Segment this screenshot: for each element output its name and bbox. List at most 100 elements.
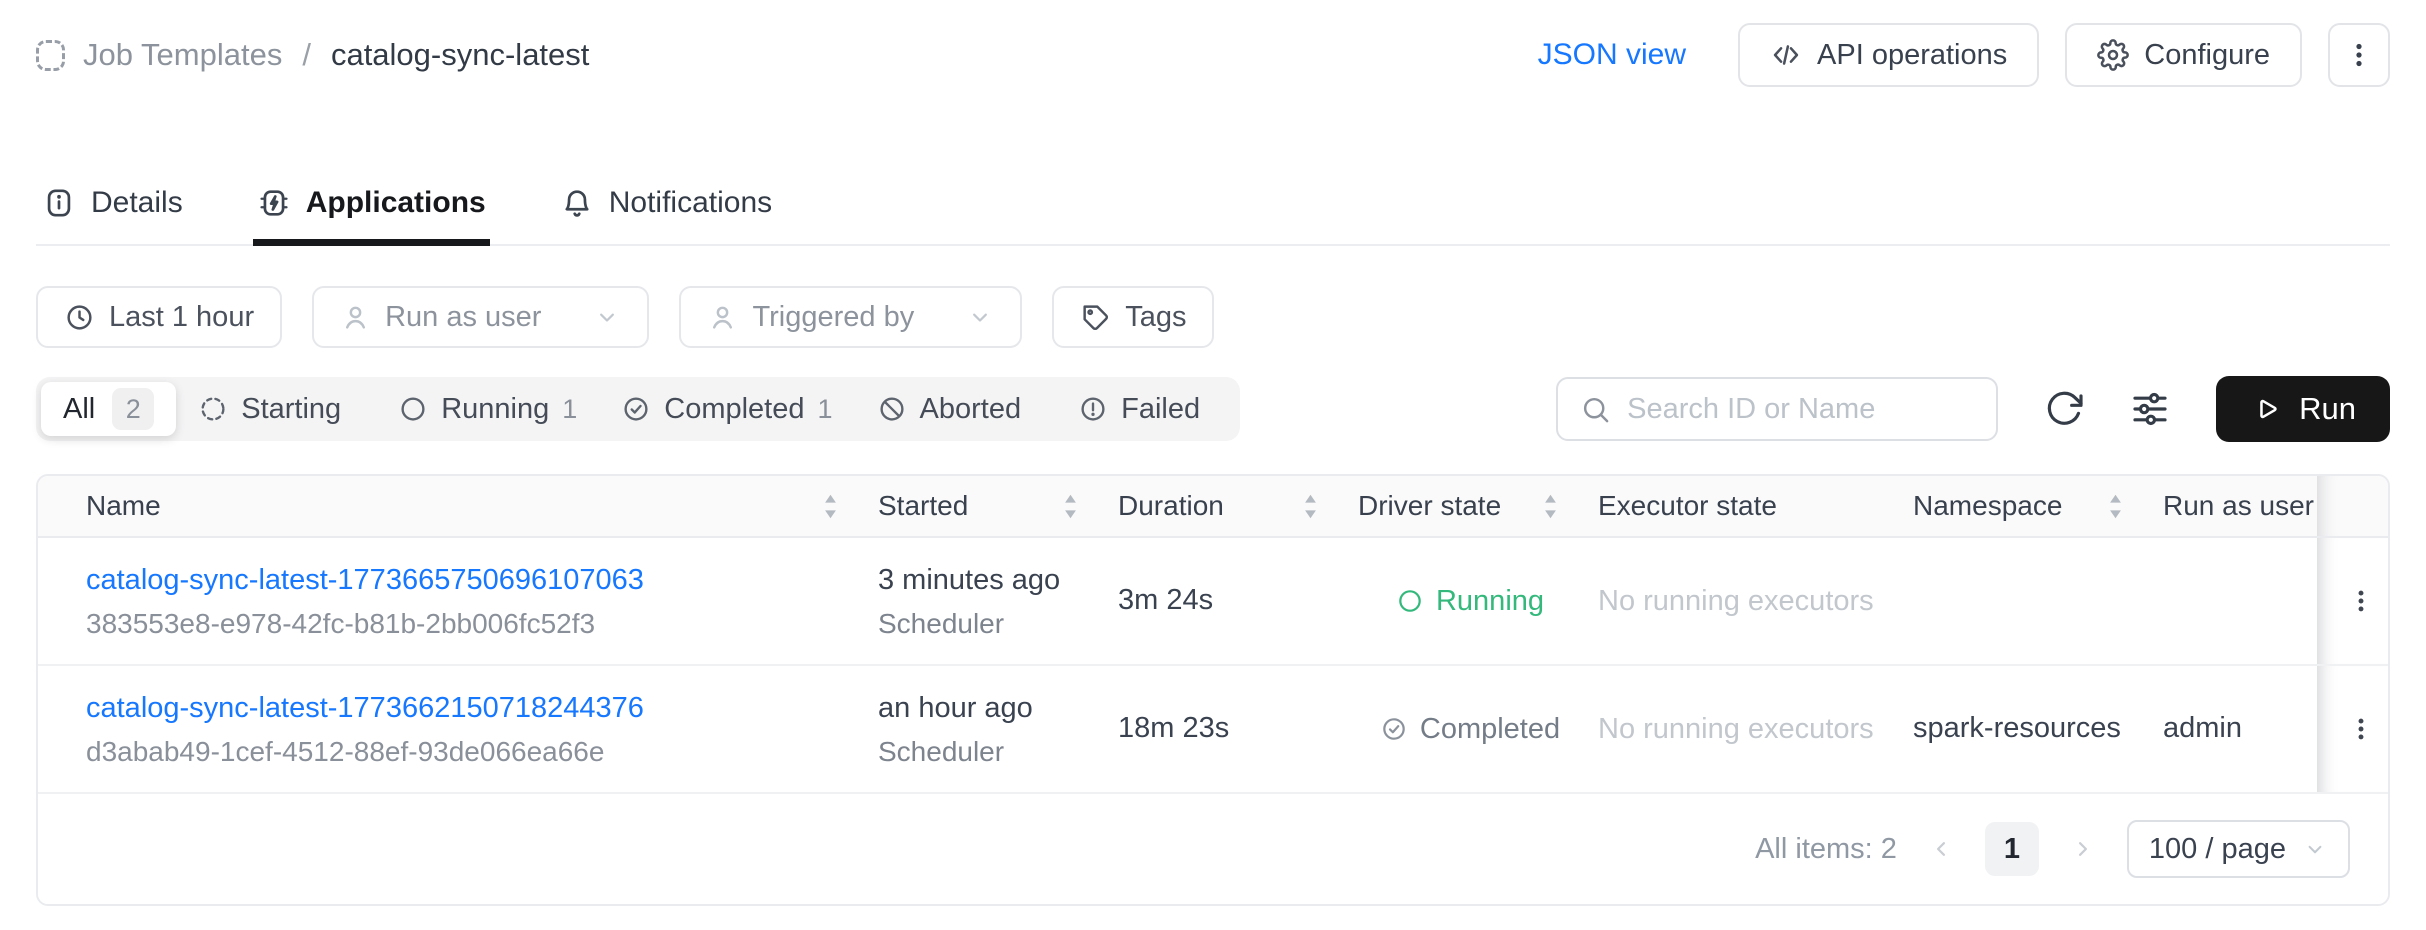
tags-filter-label: Tags	[1125, 300, 1187, 333]
job-template-page: Job Templates / catalog-sync-latest JSON…	[0, 20, 2426, 930]
next-page-button[interactable]	[2069, 835, 2097, 863]
play-icon	[2250, 393, 2282, 425]
tab-details-label: Details	[91, 186, 183, 219]
more-actions-button[interactable]	[2328, 23, 2390, 87]
namespace-cell: spark-resources	[1897, 666, 2147, 792]
chevron-down-icon	[2302, 836, 2328, 862]
circle-icon	[398, 394, 428, 424]
driver-state-label: Completed	[1419, 712, 1561, 745]
row-actions-cell	[2317, 538, 2388, 664]
triggered-by: Scheduler	[878, 735, 1005, 767]
code-icon	[1770, 39, 1802, 71]
started-cell: an hour ago Scheduler	[862, 666, 1102, 792]
status-filter-starting[interactable]: Starting	[176, 382, 376, 436]
user-icon	[340, 302, 371, 333]
sort-carets-icon[interactable]	[2108, 493, 2123, 520]
running-circle-icon	[1396, 587, 1424, 615]
time-range-filter[interactable]: Last 1 hour	[36, 286, 283, 348]
filter-row: Last 1 hour Run as user Triggered by Tag…	[36, 286, 2390, 348]
tab-details[interactable]: Details	[38, 186, 187, 244]
template-dashed-icon	[36, 39, 65, 71]
time-range-label: Last 1 hour	[109, 300, 255, 333]
status-filter-running[interactable]: Running 1	[376, 382, 599, 436]
applications-table: Name Started Duration Driver state Execu…	[36, 474, 2390, 906]
column-header-name[interactable]: Name	[38, 476, 862, 536]
run-as-user-filter-label: Run as user	[385, 300, 542, 333]
column-header-namespace[interactable]: Namespace	[1897, 476, 2147, 536]
column-label: Run as user	[2163, 490, 2314, 521]
run-button[interactable]: Run	[2216, 376, 2390, 442]
run-as-user-cell	[2147, 538, 2317, 664]
breadcrumb-current: catalog-sync-latest	[330, 37, 590, 72]
sort-carets-icon[interactable]	[1543, 493, 1558, 520]
status-filter-failed[interactable]: Failed	[1056, 382, 1235, 436]
tab-applications[interactable]: Applications	[252, 186, 490, 246]
current-page-button[interactable]: 1	[1984, 822, 2039, 876]
status-completed-label: Completed	[664, 392, 805, 425]
tags-filter[interactable]: Tags	[1052, 286, 1215, 348]
duration-cell: 18m 23s	[1102, 666, 1342, 792]
status-starting-label: Starting	[241, 392, 342, 425]
status-all-label: All	[63, 392, 96, 425]
sort-carets-icon[interactable]	[1063, 493, 1078, 520]
search-input[interactable]	[1627, 392, 1975, 426]
prev-page-button[interactable]	[1927, 835, 1955, 863]
table-footer: All items: 2 1 100 / page	[38, 794, 2388, 904]
column-header-driver-state[interactable]: Driver state	[1342, 476, 1582, 536]
exclamation-circle-icon	[1078, 394, 1108, 424]
configure-button[interactable]: Configure	[2065, 23, 2302, 87]
status-filter-aborted[interactable]: Aborted	[855, 382, 1057, 436]
row-actions-cell	[2317, 666, 2388, 792]
refresh-button[interactable]	[2044, 389, 2084, 429]
column-header-duration[interactable]: Duration	[1102, 476, 1342, 536]
tab-notifications[interactable]: Notifications	[556, 186, 776, 244]
configure-label: Configure	[2144, 38, 2270, 71]
check-circle-icon	[1380, 715, 1408, 743]
triggered-by-filter-label: Triggered by	[752, 300, 915, 333]
run-button-label: Run	[2299, 391, 2356, 426]
top-bar: Job Templates / catalog-sync-latest JSON…	[36, 20, 2390, 90]
status-filter-segmented: All 2 Starting Running 1 Completed 1 Abo…	[36, 377, 1241, 441]
chevron-down-icon	[593, 303, 621, 331]
status-all-count: 2	[112, 388, 155, 430]
breadcrumb-parent-link[interactable]: Job Templates	[83, 37, 282, 73]
row-kebab-button[interactable]	[2337, 577, 2385, 625]
sort-carets-icon[interactable]	[1303, 493, 1318, 520]
refresh-icon	[2044, 389, 2084, 429]
run-as-user-value: admin	[2163, 712, 2242, 745]
api-operations-button[interactable]: API operations	[1738, 23, 2040, 87]
duration-cell: 3m 24s	[1102, 538, 1342, 664]
triggered-by-filter[interactable]: Triggered by	[679, 286, 1023, 348]
column-header-started[interactable]: Started	[862, 476, 1102, 536]
duration-value: 18m 23s	[1118, 712, 1230, 745]
executor-state-cell: No running executors	[1582, 538, 1897, 664]
api-operations-label: API operations	[1817, 38, 2008, 71]
table-row: catalog-sync-latest-1773665750696107063 …	[38, 538, 2388, 666]
run-as-user-filter[interactable]: Run as user	[312, 286, 650, 348]
application-link[interactable]: catalog-sync-latest-1773662150718244376	[86, 690, 862, 728]
column-label: Name	[86, 490, 161, 521]
chevron-down-icon	[966, 303, 994, 331]
table-row: catalog-sync-latest-1773662150718244376 …	[38, 666, 2388, 794]
chip-bolt-icon	[257, 186, 291, 220]
status-running-label: Running	[441, 392, 550, 425]
triggered-by: Scheduler	[878, 607, 1005, 639]
application-id: 383553e8-e978-42fc-b81b-2bb006fc52f3	[86, 607, 596, 639]
page-size-select[interactable]: 100 / page	[2126, 820, 2350, 878]
info-icon	[42, 186, 76, 220]
column-settings-button[interactable]	[2130, 389, 2170, 429]
json-view-link[interactable]: JSON view	[1538, 38, 1686, 72]
name-cell: catalog-sync-latest-1773665750696107063 …	[38, 538, 862, 664]
tab-notifications-label: Notifications	[608, 186, 773, 219]
column-header-run-as-user[interactable]: Run as user	[2147, 476, 2317, 536]
status-running-count: 1	[562, 393, 578, 424]
search-icon	[1580, 394, 1611, 425]
started-time: 3 minutes ago	[878, 564, 1061, 597]
status-filter-all[interactable]: All 2	[41, 382, 177, 436]
row-kebab-button[interactable]	[2337, 705, 2385, 753]
column-header-executor-state[interactable]: Executor state	[1582, 476, 1897, 536]
status-filter-completed[interactable]: Completed 1	[599, 382, 854, 436]
application-link[interactable]: catalog-sync-latest-1773665750696107063	[86, 562, 862, 600]
driver-state-cell: Completed	[1342, 666, 1582, 792]
sort-carets-icon[interactable]	[823, 493, 838, 520]
